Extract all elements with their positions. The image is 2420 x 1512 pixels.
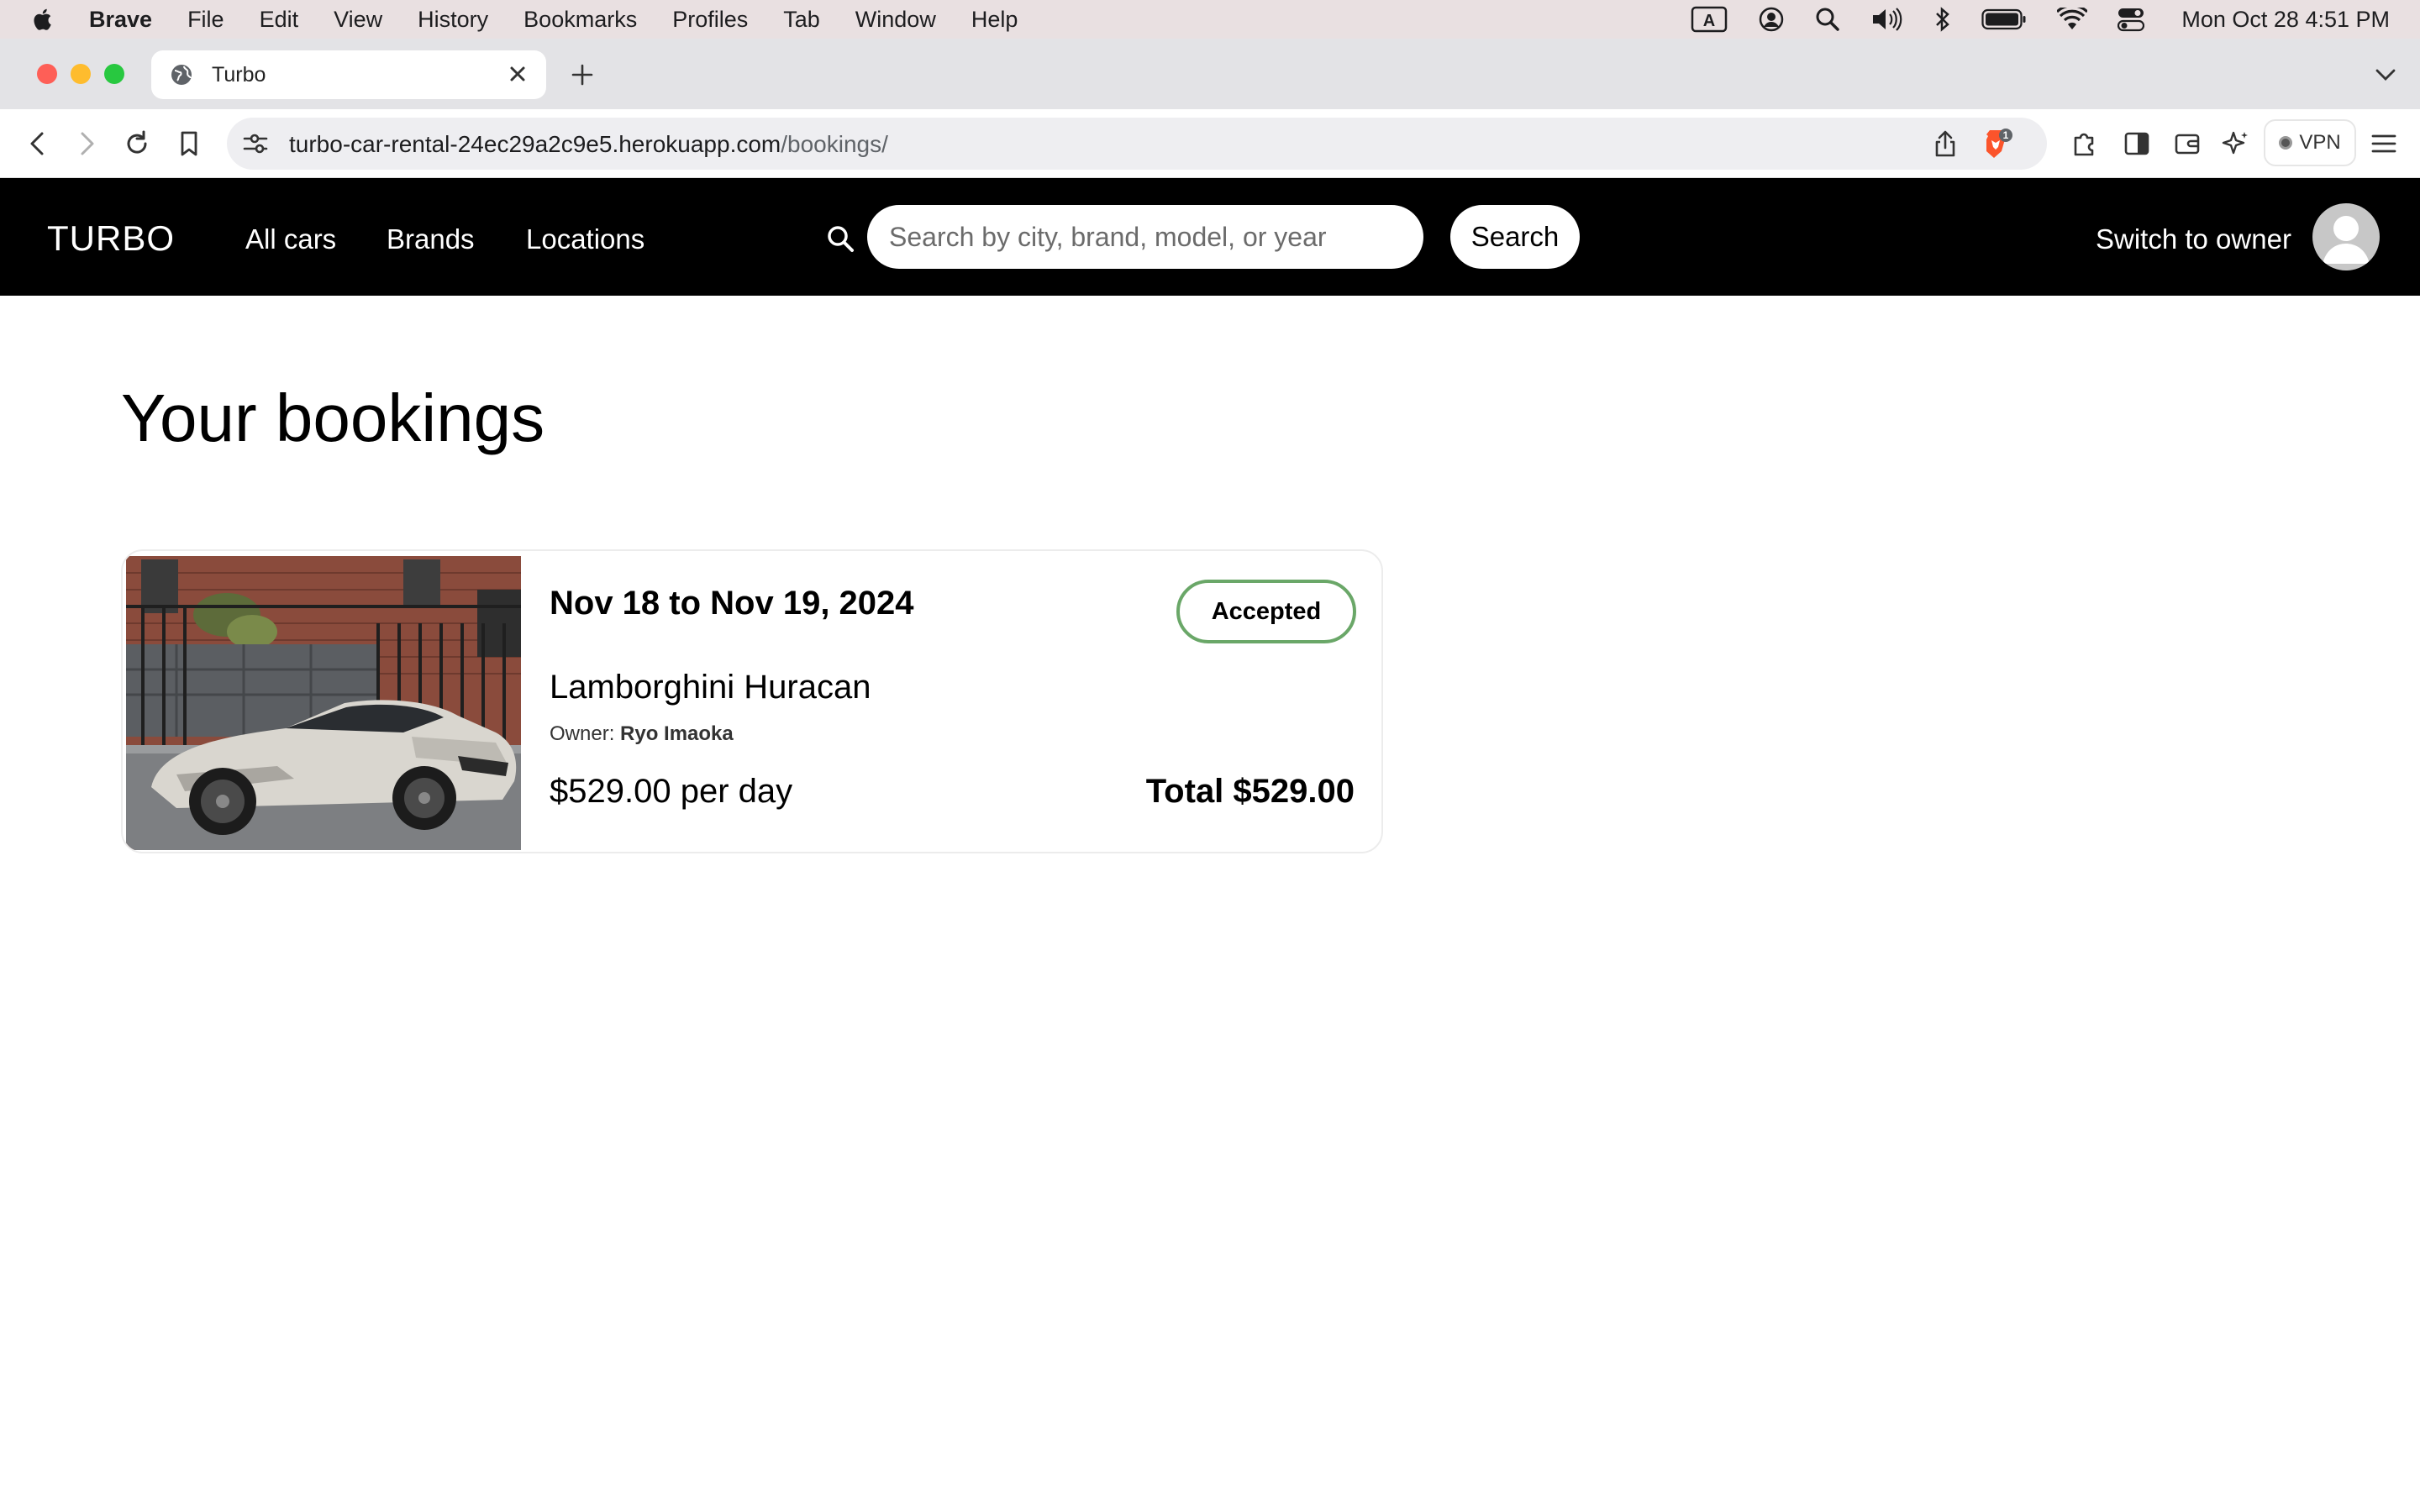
menu-history[interactable]: History bbox=[418, 7, 488, 33]
globe-icon bbox=[171, 65, 192, 85]
menu-help[interactable]: Help bbox=[971, 7, 1018, 33]
menu-tab[interactable]: Tab bbox=[783, 7, 820, 33]
vpn-label: VPN bbox=[2299, 131, 2341, 154]
brave-shields-icon[interactable]: 1 bbox=[1981, 128, 2013, 161]
share-icon[interactable] bbox=[1933, 129, 1958, 158]
nav-all-cars[interactable]: All cars bbox=[245, 223, 336, 255]
address-bar[interactable]: turbo-car-rental-24ec29a2c9e5.herokuapp.… bbox=[227, 118, 2047, 170]
menu-view[interactable]: View bbox=[334, 7, 382, 33]
menu-bookmarks[interactable]: Bookmarks bbox=[523, 7, 637, 33]
macos-menu-bar: Brave File Edit View History Bookmarks P… bbox=[0, 0, 2420, 39]
car-name[interactable]: Lamborghini Huracan bbox=[550, 669, 871, 706]
owner-name: Ryo Imaoka bbox=[620, 722, 734, 745]
apple-logo-icon[interactable] bbox=[32, 6, 55, 33]
browser-toolbar: turbo-car-rental-24ec29a2c9e5.herokuapp.… bbox=[0, 109, 2420, 178]
search-icon bbox=[828, 226, 854, 252]
control-center-icon[interactable] bbox=[2118, 7, 2145, 32]
tab-title: Turbo bbox=[212, 62, 266, 87]
back-arrow-icon[interactable] bbox=[24, 129, 52, 158]
browser-tab-strip: Turbo bbox=[0, 39, 2420, 109]
booking-dates: Nov 18 to Nov 19, 2024 bbox=[550, 585, 914, 622]
chevron-down-icon[interactable] bbox=[2373, 64, 2398, 86]
status-area: A Mon Oct 28 4:51 PM bbox=[1660, 0, 2390, 39]
menu-bar-clock[interactable]: Mon Oct 28 4:51 PM bbox=[2181, 7, 2390, 33]
input-source-icon[interactable]: A bbox=[1691, 6, 1728, 33]
svg-text:A: A bbox=[1703, 12, 1715, 30]
leo-ai-sparkle-icon[interactable] bbox=[2222, 129, 2250, 158]
owner-info: Owner: Ryo Imaoka bbox=[550, 722, 734, 746]
hamburger-menu-icon[interactable] bbox=[2370, 129, 2398, 158]
sidebar-toggle-icon[interactable] bbox=[2123, 129, 2151, 158]
daily-price: $529.00 per day bbox=[550, 773, 793, 810]
search-input[interactable] bbox=[867, 205, 1423, 269]
menu-file[interactable]: File bbox=[187, 7, 224, 33]
volume-icon[interactable] bbox=[1870, 7, 1904, 32]
avatar[interactable] bbox=[2312, 203, 2380, 270]
page-title: Your bookings bbox=[121, 381, 545, 455]
user-silhouette-icon bbox=[2323, 216, 2370, 264]
forward-arrow-icon[interactable] bbox=[72, 129, 101, 158]
switch-to-owner-link[interactable]: Switch to owner bbox=[2096, 223, 2291, 255]
battery-icon[interactable] bbox=[1981, 8, 2027, 30]
nav-brands[interactable]: Brands bbox=[387, 223, 475, 255]
fullscreen-window-button[interactable] bbox=[104, 64, 124, 84]
menu-app-name[interactable]: Brave bbox=[89, 7, 152, 33]
shields-count: 1 bbox=[2003, 129, 2009, 141]
booking-card[interactable]: Nov 18 to Nov 19, 2024 Accepted Lamborgh… bbox=[121, 549, 1383, 853]
url-path: /bookings/ bbox=[781, 131, 888, 157]
menu-edit[interactable]: Edit bbox=[260, 7, 299, 33]
owner-label: Owner: bbox=[550, 722, 621, 745]
extensions-puzzle-icon[interactable] bbox=[2070, 129, 2099, 158]
menu-profiles[interactable]: Profiles bbox=[672, 7, 748, 33]
url-text[interactable]: turbo-car-rental-24ec29a2c9e5.herokuapp.… bbox=[289, 131, 888, 158]
menu-window[interactable]: Window bbox=[855, 7, 936, 33]
vpn-button[interactable]: VPN bbox=[2264, 119, 2356, 166]
spotlight-search-icon[interactable] bbox=[1815, 7, 1840, 32]
close-tab-icon[interactable] bbox=[506, 62, 529, 86]
bluetooth-icon[interactable] bbox=[1934, 6, 1951, 33]
url-host: turbo-car-rental-24ec29a2c9e5.herokuapp.… bbox=[289, 131, 781, 157]
search-button[interactable]: Search bbox=[1450, 205, 1580, 269]
vpn-status-dot bbox=[2279, 136, 2293, 150]
new-tab-plus-icon[interactable] bbox=[570, 62, 595, 87]
car-photo bbox=[126, 556, 521, 850]
nav-locations[interactable]: Locations bbox=[526, 223, 644, 255]
close-window-button[interactable] bbox=[37, 64, 57, 84]
wallet-icon[interactable] bbox=[2173, 129, 2202, 158]
reload-icon[interactable] bbox=[123, 129, 151, 158]
turbo-logo[interactable]: TURBO bbox=[47, 218, 175, 259]
minimize-window-button[interactable] bbox=[71, 64, 91, 84]
wifi-icon[interactable] bbox=[2057, 8, 2088, 31]
bookmark-icon[interactable] bbox=[175, 129, 203, 158]
total-price: Total $529.00 bbox=[1145, 773, 1355, 810]
browser-tab-active[interactable]: Turbo bbox=[151, 50, 546, 99]
status-badge: Accepted bbox=[1176, 580, 1356, 643]
user-account-icon[interactable] bbox=[1758, 6, 1785, 33]
site-header: TURBO All cars Brands Locations Search S… bbox=[0, 178, 2420, 296]
site-settings-icon[interactable] bbox=[242, 131, 269, 156]
